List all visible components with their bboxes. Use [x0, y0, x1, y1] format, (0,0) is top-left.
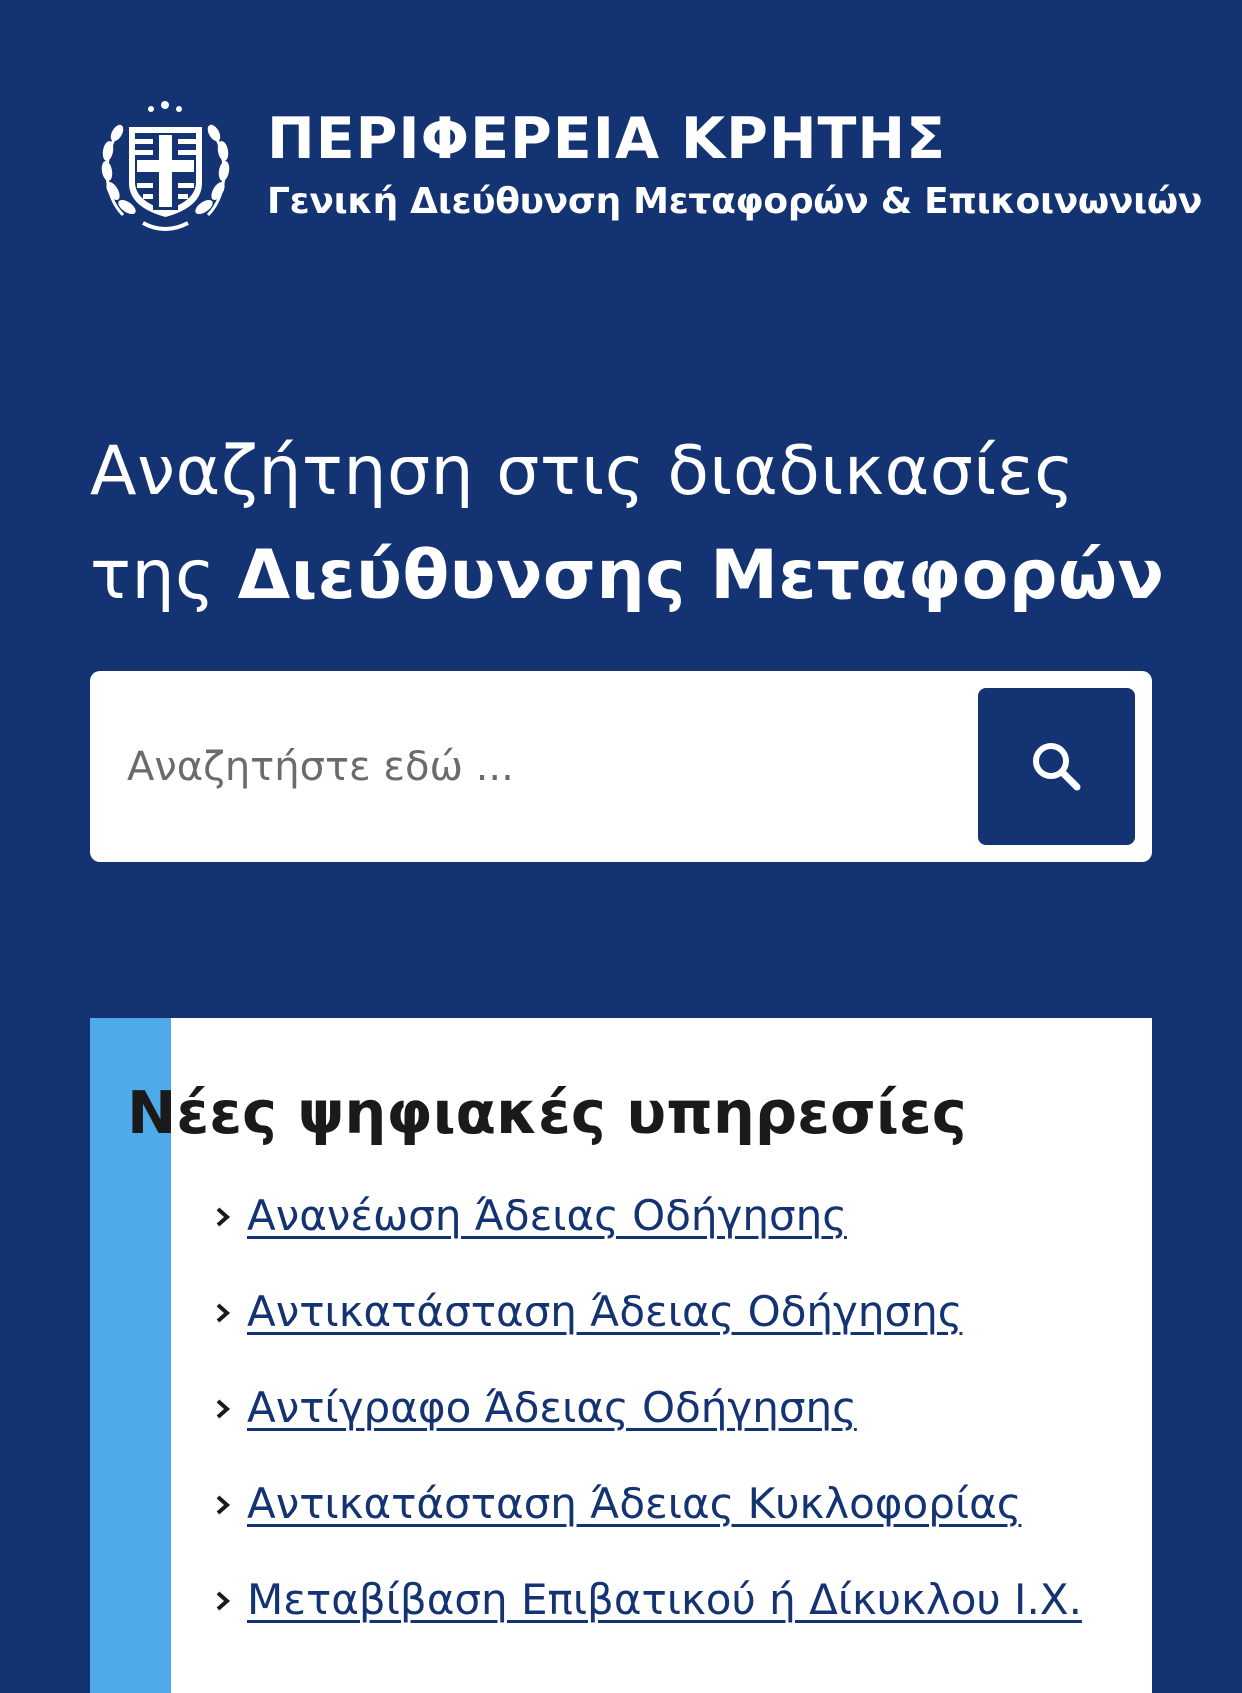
chevron-right-icon: [216, 1591, 231, 1611]
hero-line-2-prefix: της: [90, 536, 238, 615]
chevron-right-icon: [216, 1303, 231, 1323]
chevron-right-icon: [216, 1399, 231, 1419]
search-button[interactable]: [978, 688, 1135, 845]
service-link-license-renewal[interactable]: Ανανέωση Άδειας Οδήγησης: [247, 1186, 847, 1246]
hero-line-2: της Διεύθυνσης Μεταφορών: [90, 524, 1164, 628]
hero-heading: Αναζήτηση στις διαδικασίες της Διεύθυνση…: [90, 420, 1164, 628]
service-link-registration-replacement[interactable]: Αντικατάσταση Άδειας Κυκλοφορίας: [247, 1474, 1021, 1534]
hero-line-2-bold: Διεύθυνσης Μεταφορών: [237, 536, 1165, 615]
chevron-right-icon: [216, 1495, 231, 1515]
hero-line-1: Αναζήτηση στις διαδικασίες: [90, 432, 1075, 511]
organization-subtitle: Γενική Διεύθυνση Μεταφορών & Επικοινωνιώ…: [267, 181, 1203, 222]
service-link-vehicle-transfer[interactable]: Μεταβίβαση Επιβατικού ή Δίκυκλου Ι.Χ.: [247, 1570, 1082, 1630]
search-input[interactable]: [90, 671, 970, 862]
page: ΠΕΡΙΦΕΡΕΙΑ ΚΡΗΤΗΣ Γενική Διεύθυνση Μεταφ…: [0, 0, 1242, 1693]
service-link-license-replacement[interactable]: Αντικατάσταση Άδειας Οδήγησης: [247, 1282, 962, 1342]
service-link-license-copy[interactable]: Αντίγραφο Άδειας Οδήγησης: [247, 1378, 857, 1438]
greek-coat-of-arms-icon[interactable]: [93, 95, 238, 240]
search-form: [90, 671, 1152, 862]
chevron-right-icon: [216, 1207, 231, 1227]
search-icon: [1033, 743, 1081, 791]
services-title: Νέες ψηφιακές υπηρεσίες: [127, 1078, 967, 1147]
site-header: ΠΕΡΙΦΕΡΕΙΑ ΚΡΗΤΗΣ Γενική Διεύθυνση Μεταφ…: [0, 0, 1242, 300]
organization-title: ΠΕΡΙΦΕΡΕΙΑ ΚΡΗΤΗΣ: [267, 106, 947, 172]
